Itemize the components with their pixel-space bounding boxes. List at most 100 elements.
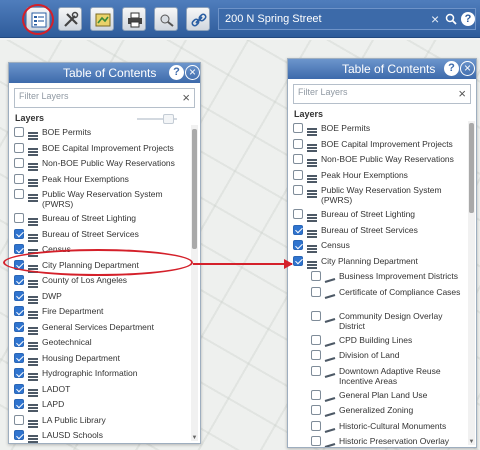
clear-filter-icon[interactable]: ×	[458, 86, 466, 101]
layer-checkbox[interactable]	[311, 310, 321, 321]
layer-item[interactable]: Hydrographic Information	[9, 366, 200, 382]
layer-checkbox[interactable]	[311, 365, 321, 376]
layer-checkbox[interactable]	[311, 334, 321, 345]
scroll-down-icon[interactable]: ▼	[468, 439, 475, 445]
layer-checkbox[interactable]	[311, 286, 321, 297]
layer-checkbox[interactable]	[14, 158, 24, 168]
layer-item[interactable]: Historic-Cultural Monuments	[288, 419, 476, 435]
layer-checkbox[interactable]	[14, 189, 24, 199]
layer-checkbox[interactable]	[14, 352, 24, 363]
measure-button[interactable]	[154, 7, 178, 31]
layer-checkbox[interactable]	[14, 430, 24, 440]
layer-item[interactable]: CPD Building Lines	[288, 333, 476, 349]
layer-checkbox[interactable]	[14, 368, 24, 378]
close-icon[interactable]: ×	[460, 61, 475, 76]
layer-checkbox[interactable]	[14, 414, 24, 425]
layer-item[interactable]: Fire Department	[9, 304, 200, 320]
layer-list-scrollbar[interactable]: ▼	[191, 125, 198, 441]
layer-checkbox[interactable]	[311, 420, 321, 431]
map-layers-button[interactable]	[90, 7, 114, 31]
layer-checkbox[interactable]	[14, 127, 24, 137]
layer-checkbox[interactable]	[293, 123, 303, 133]
layer-checkbox[interactable]	[311, 405, 321, 415]
filter-layers-field[interactable]: ×	[293, 84, 471, 104]
layer-item[interactable]: LADOT	[9, 382, 200, 398]
layer-checkbox[interactable]	[14, 321, 24, 332]
layer-checkbox[interactable]	[311, 350, 321, 360]
layer-item[interactable]: BOE Capital Improvement Projects	[9, 141, 200, 157]
filter-layers-input[interactable]	[298, 87, 439, 97]
tools-button[interactable]	[58, 7, 82, 31]
layer-item[interactable]: Public Way Reservation System (PWRS)	[9, 187, 200, 211]
layer-checkbox[interactable]	[311, 271, 321, 281]
layer-item[interactable]: LAPD	[9, 397, 200, 413]
layer-item[interactable]: Bureau of Street Lighting	[9, 211, 200, 227]
layer-item[interactable]: Historic Preservation Overlay	[288, 434, 476, 447]
scrollbar-thumb[interactable]	[469, 123, 474, 213]
scrollbar-thumb[interactable]	[192, 129, 197, 249]
layer-item[interactable]: Certificate of Compliance Cases	[288, 285, 476, 309]
layer-item[interactable]: Community Design Overlay District	[288, 309, 476, 333]
layer-item[interactable]: Generalized Zoning	[288, 403, 476, 419]
layer-item[interactable]: Census	[288, 238, 476, 254]
layer-item[interactable]: BOE Permits	[288, 121, 476, 137]
layer-checkbox[interactable]	[14, 228, 24, 239]
layer-checkbox[interactable]	[14, 275, 24, 285]
layer-item[interactable]: City Planning Department	[288, 254, 476, 270]
layer-item[interactable]: BOE Capital Improvement Projects	[288, 137, 476, 153]
filter-layers-field[interactable]: ×	[14, 88, 195, 108]
layer-item[interactable]: LA Public Library	[9, 413, 200, 429]
help-icon[interactable]: ?	[169, 65, 184, 80]
layer-item[interactable]: Bureau of Street Lighting	[288, 207, 476, 223]
search-icon[interactable]	[445, 13, 457, 25]
layer-checkbox[interactable]	[14, 244, 24, 254]
layer-checkbox[interactable]	[293, 138, 303, 149]
layer-item[interactable]: Downtown Adaptive Reuse Incentive Areas	[288, 364, 476, 388]
opacity-slider[interactable]	[137, 114, 177, 124]
layer-checkbox[interactable]	[14, 337, 24, 347]
layer-checkbox[interactable]	[293, 154, 303, 164]
layer-item[interactable]: BOE Permits	[9, 125, 200, 141]
layer-item[interactable]: Division of Land	[288, 348, 476, 364]
layer-checkbox[interactable]	[14, 306, 24, 316]
print-button[interactable]	[122, 7, 146, 31]
close-icon[interactable]: ×	[185, 65, 200, 80]
layer-checkbox[interactable]	[14, 399, 24, 409]
layer-item[interactable]: Peak Hour Exemptions	[288, 168, 476, 184]
layer-checkbox[interactable]	[293, 185, 303, 195]
layer-checkbox[interactable]	[293, 209, 303, 219]
layer-item[interactable]: Peak Hour Exemptions	[9, 172, 200, 188]
help-icon[interactable]: ?	[444, 61, 459, 76]
layer-checkbox[interactable]	[14, 173, 24, 184]
layer-item[interactable]: LAUSD Schools	[9, 428, 200, 443]
layer-item[interactable]: General Plan Land Use	[288, 388, 476, 404]
layer-checkbox[interactable]	[14, 213, 24, 223]
layer-checkbox[interactable]	[14, 383, 24, 394]
address-search-box[interactable]: 200 N Spring Street × ?	[218, 8, 476, 30]
layer-checkbox[interactable]	[293, 224, 303, 235]
opacity-slider-handle[interactable]	[163, 114, 174, 124]
layer-checkbox[interactable]	[311, 436, 321, 446]
clear-search-icon[interactable]: ×	[431, 11, 439, 27]
layer-checkbox[interactable]	[293, 240, 303, 250]
layer-item[interactable]: Non-BOE Public Way Reservations	[288, 152, 476, 168]
layer-checkbox[interactable]	[14, 142, 24, 153]
layer-item[interactable]: DWP	[9, 289, 200, 305]
filter-layers-input[interactable]	[19, 91, 163, 101]
layer-item[interactable]: Geotechnical	[9, 335, 200, 351]
address-search-input[interactable]: 200 N Spring Street	[225, 13, 322, 25]
layer-checkbox[interactable]	[311, 389, 321, 400]
layer-item[interactable]: Bureau of Street Services	[9, 227, 200, 243]
layer-item[interactable]: Public Way Reservation System (PWRS)	[288, 183, 476, 207]
layer-checkbox[interactable]	[293, 169, 303, 180]
layer-item[interactable]: Bureau of Street Services	[288, 223, 476, 239]
layer-item[interactable]: General Services Department	[9, 320, 200, 336]
layer-checkbox[interactable]	[293, 255, 303, 266]
help-icon[interactable]: ?	[461, 12, 475, 26]
layer-item[interactable]: Non-BOE Public Way Reservations	[9, 156, 200, 172]
layer-list-scrollbar[interactable]: ▼	[468, 121, 475, 445]
clear-filter-icon[interactable]: ×	[182, 90, 190, 105]
scroll-down-icon[interactable]: ▼	[191, 435, 198, 441]
layer-item[interactable]: Business Improvement Districts	[288, 269, 476, 285]
layer-item[interactable]: Housing Department	[9, 351, 200, 367]
